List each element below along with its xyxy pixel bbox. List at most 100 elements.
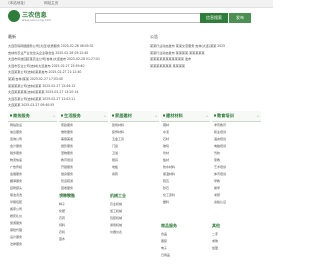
latest-item[interactable]: 吉林省农业产业化龙头企业联合会 2025-02-28 05:12:40: [8, 50, 126, 57]
latest-item[interactable]: 大连某某公司(吉林)某某发布 2025-02-27 21:12:40: [8, 69, 126, 76]
category-item[interactable]: 健身服务: [61, 171, 108, 178]
subcategory-item[interactable]: 求购: [212, 238, 218, 245]
subcategory-item[interactable]: 加盟: [212, 245, 218, 252]
notice-item[interactable]: 某某某某某某某 某某某某: [150, 63, 265, 70]
category-item[interactable]: 防水材料: [163, 164, 210, 171]
more-link[interactable]: »: [53, 111, 57, 121]
category-item[interactable]: 学历教育: [214, 122, 261, 129]
subcategory-item[interactable]: 饲料: [59, 222, 65, 229]
category-item[interactable]: 早教: [214, 178, 261, 185]
category-item[interactable]: 五金工具: [112, 136, 159, 143]
publish-button[interactable]: 发布: [229, 13, 251, 23]
category-title[interactable]: 商务服务 »: [8, 111, 57, 122]
latest-item[interactable]: 大连某某某某(吉林)某某某 2025-02-27 13:20:14: [8, 89, 126, 96]
subcategory-item[interactable]: 通用机械: [110, 222, 122, 229]
category-item[interactable]: 管材: [163, 150, 210, 157]
subcategory-item[interactable]: 服装: [161, 238, 170, 245]
category-item[interactable]: 电脑培训: [214, 143, 261, 150]
category-item[interactable]: 教育培训: [61, 157, 108, 164]
category-item[interactable]: 开锁服务: [61, 164, 108, 171]
subcategory-item[interactable]: 农机: [59, 229, 65, 236]
category-item[interactable]: 建筑材料: [112, 122, 159, 129]
category-item[interactable]: 搬家公司: [10, 206, 57, 213]
latest-item[interactable]: 大连农某公司(吉林)某某 2025-02-27 11:02:11: [8, 96, 126, 103]
category-item[interactable]: 保温材料: [163, 171, 210, 178]
category-item[interactable]: 维修服务: [61, 129, 108, 136]
category-item[interactable]: 砖瓦: [163, 178, 210, 185]
category-item[interactable]: 旅游服务: [10, 220, 57, 227]
category-item[interactable]: 招聘猎头: [10, 185, 57, 192]
category-item[interactable]: 塑料: [163, 199, 210, 206]
category-item[interactable]: 家教: [214, 157, 261, 164]
category-item[interactable]: 印刷包装: [10, 199, 57, 206]
category-item[interactable]: 物流快递: [10, 157, 57, 164]
top-left-text[interactable]: （本站地址）: [6, 0, 28, 7]
subcategory-item[interactable]: 加工机械: [110, 208, 122, 215]
category-item[interactable]: 装饰材料: [112, 129, 159, 136]
category-item[interactable]: 驾校: [214, 150, 261, 157]
more-link[interactable]: »: [257, 111, 261, 121]
category-item[interactable]: 保洁清洗: [10, 192, 57, 199]
category-title[interactable]: 教育培训 »: [212, 111, 261, 122]
category-item[interactable]: 化工原料: [163, 192, 210, 199]
subcategory-item[interactable]: 二手: [212, 231, 218, 238]
subcategory-item[interactable]: 农药: [59, 215, 65, 222]
subcategory-title[interactable]: 机械工业: [110, 192, 126, 200]
category-item[interactable]: 艺术培训: [214, 164, 261, 171]
category-item[interactable]: 石材: [163, 136, 210, 143]
subcategory-title[interactable]: 农林牧渔: [59, 192, 75, 200]
category-item[interactable]: 美容美发: [61, 136, 108, 143]
category-item[interactable]: 钢材: [163, 122, 210, 129]
subcategory-item[interactable]: 仪器仪表: [110, 229, 122, 236]
notice-item[interactable]: 某某行业动态发布 某某交流服务 吉林(大连)某某 2025: [150, 43, 265, 50]
category-item[interactable]: 考研: [214, 192, 261, 199]
subcategory-item[interactable]: 化肥: [59, 208, 65, 215]
category-item[interactable]: 会展服务: [10, 171, 57, 178]
category-item[interactable]: 职业培训: [214, 129, 261, 136]
category-item[interactable]: 瓷砖: [112, 171, 159, 178]
category-item[interactable]: 地板: [112, 164, 159, 171]
category-item[interactable]: 税务服务: [10, 150, 57, 157]
category-title[interactable]: 建材材料 »: [161, 111, 210, 122]
subcategory-item[interactable]: 农业机械: [110, 201, 122, 208]
category-item[interactable]: 翻译服务: [10, 178, 57, 185]
subcategory-item[interactable]: 种子: [59, 201, 65, 208]
latest-item[interactable]: 大连市科技园区某农业公司(吉林)大连发布 2025-02-28 01:27:01: [8, 56, 126, 63]
category-item[interactable]: 会计服务: [10, 143, 57, 150]
category-item[interactable]: 板材: [163, 157, 210, 164]
category-title[interactable]: 生活服务 »: [59, 111, 108, 122]
category-item[interactable]: 水泥: [163, 129, 210, 136]
category-item[interactable]: 玻璃: [163, 143, 210, 150]
subcategory-item[interactable]: 日用品: [161, 252, 170, 259]
subcategory-item[interactable]: 食品: [161, 231, 170, 238]
category-item[interactable]: 厨具: [112, 157, 159, 164]
category-item[interactable]: 摄影服务: [61, 143, 108, 150]
category-item[interactable]: 设计服务: [10, 234, 57, 241]
latest-item[interactable]: 大连农码网络服务公司(大连)优质服务 2025-02-28 06:05:51: [8, 43, 126, 50]
category-item[interactable]: 门窗: [112, 143, 159, 150]
category-item[interactable]: 家政服务: [61, 122, 108, 129]
category-item[interactable]: 管道疏通: [61, 178, 108, 185]
category-item[interactable]: 网站建设: [10, 122, 57, 129]
latest-item[interactable]: 某某(吉林)某某 2025-02-27 17:03:40: [8, 76, 126, 83]
notice-item[interactable]: 某某某某某某某某某某某 发布: [150, 56, 265, 63]
category-item[interactable]: 卫浴: [112, 150, 159, 157]
latest-item[interactable]: 大连市农业公司(吉林)大连发布 2025-02-27 23:59:40: [8, 63, 126, 70]
search-button[interactable]: 信息搜索: [200, 13, 228, 23]
category-item[interactable]: 资格认证: [214, 199, 261, 206]
search-input[interactable]: [95, 13, 202, 23]
subcategory-item[interactable]: 包装机械: [110, 215, 122, 222]
subcategory-title[interactable]: 商品服务: [161, 222, 177, 230]
category-item[interactable]: 宠物服务: [61, 150, 108, 157]
category-item[interactable]: 体育培训: [214, 171, 261, 178]
category-item[interactable]: 留学: [214, 185, 261, 192]
category-item[interactable]: 语言培训: [214, 136, 261, 143]
subcategory-item[interactable]: 电子: [161, 245, 170, 252]
subcategory-item[interactable]: 苗木: [59, 236, 65, 243]
category-item[interactable]: 咨询公司: [10, 136, 57, 143]
top-home-link[interactable]: 网站主页: [44, 0, 58, 7]
more-link[interactable]: »: [104, 111, 108, 121]
more-link[interactable]: »: [155, 111, 159, 121]
latest-item[interactable]: 某某某某公司(吉林)某某 2025-02-27 15:44:12: [8, 83, 126, 90]
category-item[interactable]: 保险代理: [10, 227, 57, 234]
